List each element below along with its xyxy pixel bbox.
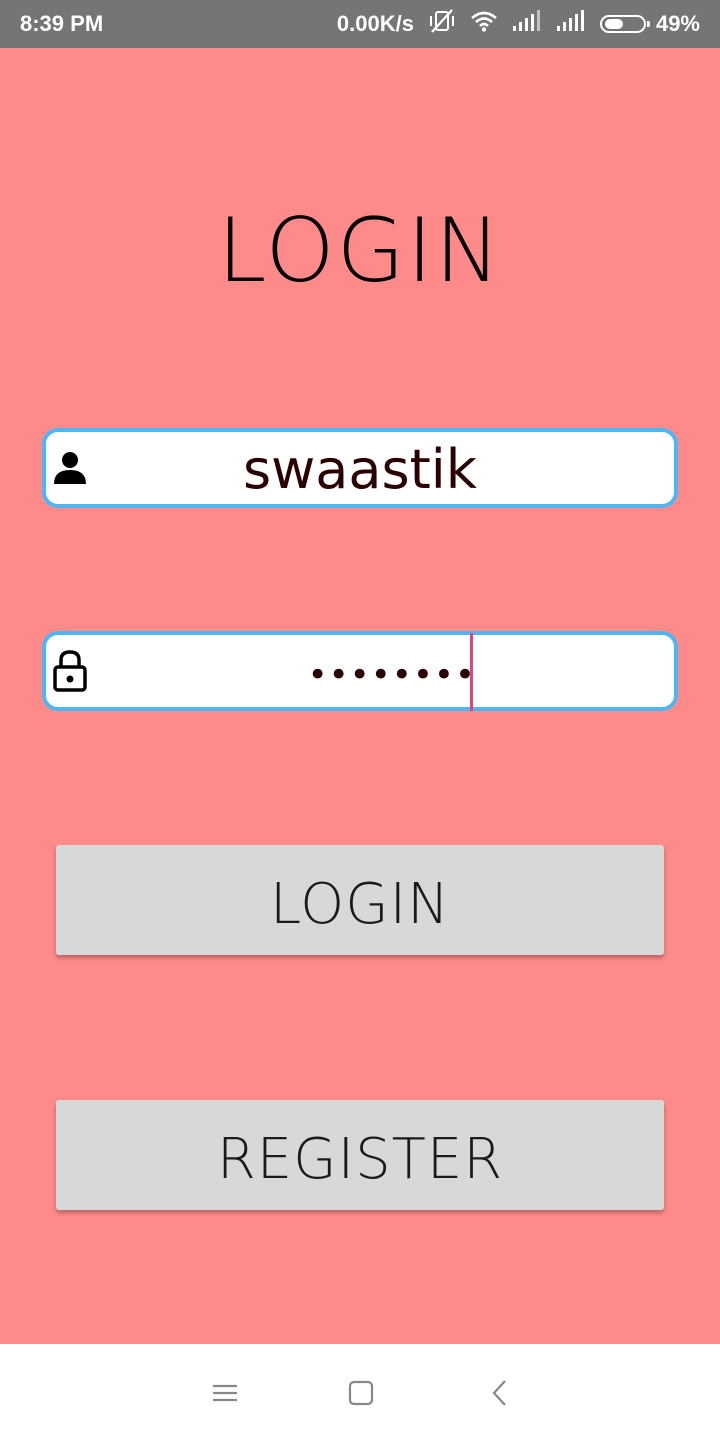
text-cursor [470, 633, 473, 711]
login-button[interactable]: LOGIN [56, 845, 664, 955]
home-square-icon[interactable] [346, 1378, 376, 1408]
login-screen: 8:39 PM 0.00K/s 49% LOGIN swaastik •••••… [0, 0, 720, 1440]
status-time: 8:39 PM [20, 11, 104, 36]
page-title: LOGIN [217, 199, 503, 302]
navigation-bar [0, 1344, 720, 1440]
lock-icon [52, 649, 88, 692]
signal-icon [556, 10, 586, 38]
battery-level-fill [604, 19, 623, 29]
battery-icon [599, 15, 650, 33]
password-field[interactable]: •••••••• [42, 631, 678, 711]
status-icons: 0.00K/s 49% [336, 8, 700, 40]
back-icon[interactable] [486, 1378, 516, 1408]
register-button[interactable]: REGISTER [56, 1100, 664, 1210]
network-speed: 0.00K/s [336, 11, 414, 36]
battery-percent: 49% [655, 11, 700, 36]
wifi-icon [470, 10, 498, 38]
status-bar: 8:39 PM 0.00K/s 49% [0, 0, 720, 48]
password-value[interactable]: •••••••• [286, 643, 476, 707]
username-field[interactable]: swaastik [42, 428, 678, 508]
battery-tip [646, 21, 650, 27]
signal-icon [512, 10, 542, 38]
menu-icon[interactable] [210, 1378, 240, 1408]
vibrate-off-icon [428, 8, 456, 40]
username-value[interactable]: swaastik [46, 438, 674, 502]
